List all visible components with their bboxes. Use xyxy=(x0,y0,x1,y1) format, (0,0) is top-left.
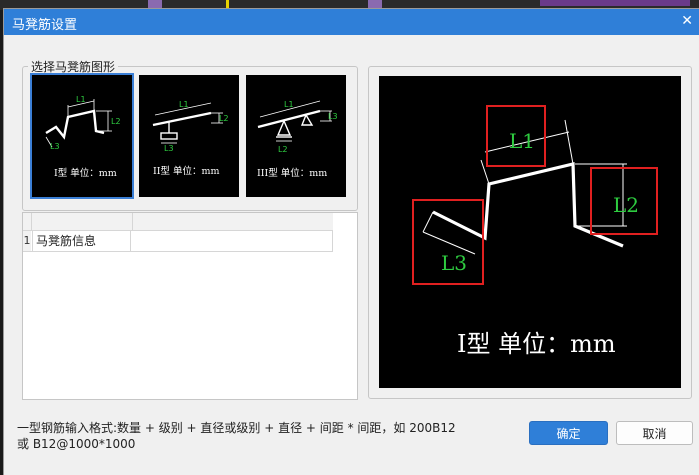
row-number: 1 xyxy=(23,231,31,251)
stool-bar-info-table: 1 马凳筋信息 xyxy=(22,212,358,400)
shape-caption: I型 单位：mm xyxy=(54,167,117,179)
dim-label-l3: L3 xyxy=(50,142,60,151)
shape-preview-panel: L1 L2 L3 I型 单位：mm xyxy=(368,66,692,399)
shape-caption: III型 单位：mm xyxy=(257,167,327,179)
dim-label-l2: L2 xyxy=(111,117,121,126)
shape-option-type-1[interactable]: L1 L2 L3 I型 单位：mm xyxy=(30,73,134,199)
preview-label-l1: L1 xyxy=(509,129,535,153)
shape-option-type-2[interactable]: L1 L2 L3 II型 单位：mm xyxy=(139,75,239,197)
shape-caption: II型 单位：mm xyxy=(153,165,220,177)
close-icon[interactable]: ✕ xyxy=(681,13,693,29)
cancel-button[interactable]: 取消 xyxy=(616,421,693,445)
preview-label-l2: L2 xyxy=(613,193,639,217)
background-mark xyxy=(148,0,162,8)
hint-line-2: 或 B12@1000*1000 xyxy=(17,437,136,451)
shape-preview: L1 L2 L3 I型 单位：mm xyxy=(379,76,681,388)
table-header xyxy=(23,213,333,231)
ok-button[interactable]: 确定 xyxy=(529,421,608,445)
dim-label-l1: L1 xyxy=(76,95,86,104)
window-title: 马凳筋设置 xyxy=(12,18,78,33)
dim-label-l2: L2 xyxy=(219,114,229,123)
input-format-hint: 一型钢筋输入格式:数量 + 级别 + 直径或级别 + 直径 + 间距 * 间距，… xyxy=(17,420,487,452)
background-mark xyxy=(368,0,382,8)
title-bar[interactable]: 马凳筋设置 ✕ xyxy=(4,9,699,35)
table-row[interactable]: 1 马凳筋信息 xyxy=(23,231,333,252)
dim-label-l3: L3 xyxy=(164,144,174,153)
shape-option-type-3[interactable]: L1 L2 L3 III型 单位：mm xyxy=(246,75,346,197)
row-value-cell[interactable] xyxy=(132,231,333,251)
preview-label-l3: L3 xyxy=(441,251,467,275)
stool-bar-settings-dialog: 马凳筋设置 ✕ 选择马凳筋图形 L1 L2 L3 I型 单位：mm L1 L2 … xyxy=(4,9,699,475)
dim-label-l2: L2 xyxy=(278,145,288,154)
row-name-cell: 马凳筋信息 xyxy=(32,231,131,251)
preview-caption: I型 单位：mm xyxy=(457,330,616,358)
dim-label-l1: L1 xyxy=(179,100,189,109)
dim-label-l1: L1 xyxy=(284,100,294,109)
background-mark xyxy=(540,0,690,6)
dim-label-l3: L3 xyxy=(328,112,338,121)
hint-line-1: 一型钢筋输入格式:数量 + 级别 + 直径或级别 + 直径 + 间距 * 间距，… xyxy=(17,421,456,435)
shape-group-label: 选择马凳筋图形 xyxy=(28,58,119,75)
table-header-cell xyxy=(31,213,133,230)
